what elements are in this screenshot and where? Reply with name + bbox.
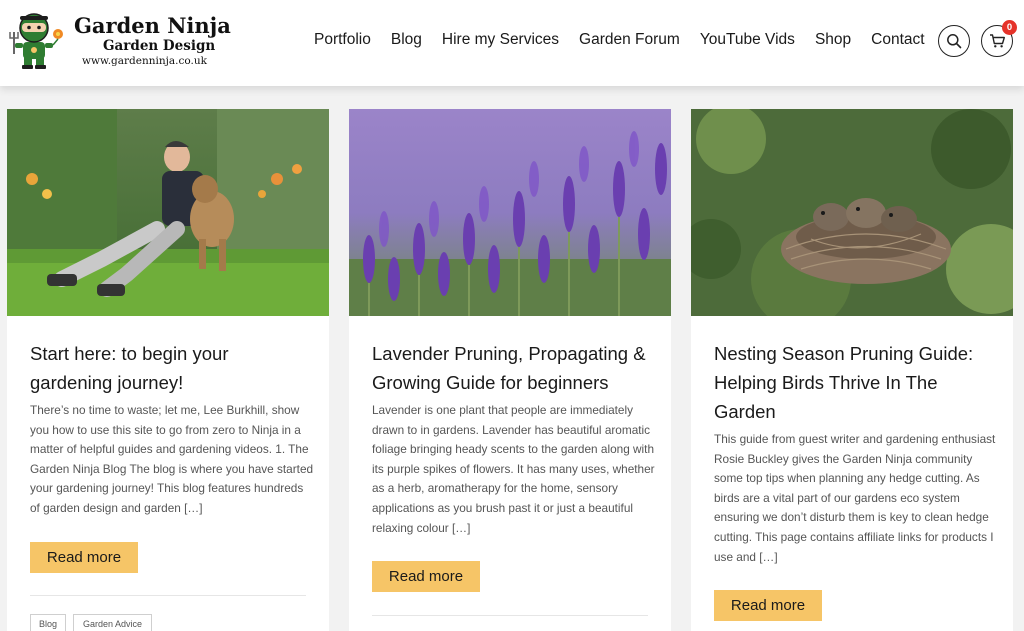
nav-item-hire-my-services[interactable]: Hire my Services — [442, 28, 559, 52]
nav-item-shop[interactable]: Shop — [815, 28, 851, 52]
post-excerpt: There’s no time to waste; let me, Lee Bu… — [30, 403, 314, 515]
post-excerpt: Lavender is one plant that people are im… — [372, 403, 655, 535]
read-more-button[interactable]: Read more — [714, 590, 822, 621]
nav-item-youtube-vids[interactable]: YouTube Vids — [700, 28, 795, 52]
post-title[interactable]: Nesting Season Pruning Guide: Helping Bi… — [714, 339, 999, 426]
main-nav: Portfolio Blog Hire my Services Garden F… — [304, 28, 935, 52]
post-card: Start here: to begin your gardening jour… — [7, 109, 329, 631]
read-more-button[interactable]: Read more — [372, 561, 480, 592]
logo-subtitle: Garden Design — [103, 38, 216, 54]
post-image-lavender[interactable] — [349, 109, 671, 316]
ninja-mascot-icon — [9, 13, 63, 69]
post-title[interactable]: Lavender Pruning, Propagating & Growing … — [372, 339, 657, 397]
search-icon — [947, 34, 962, 49]
nav-item-blog[interactable]: Blog — [391, 28, 422, 52]
post-card: Lavender Pruning, Propagating & Growing … — [349, 109, 671, 631]
logo-title: Garden Ninja — [74, 13, 231, 38]
search-button[interactable] — [938, 25, 970, 57]
post-title[interactable]: Start here: to begin your gardening jour… — [30, 339, 315, 397]
nav-item-contact[interactable]: Contact — [871, 28, 924, 52]
post-image-bird-nest[interactable] — [691, 109, 1013, 316]
post-card: Nesting Season Pruning Guide: Helping Bi… — [691, 109, 1013, 631]
post-excerpt: This guide from guest writer and gardeni… — [714, 432, 996, 564]
tag-garden-advice[interactable]: Garden Advice — [73, 614, 152, 631]
logo-url: www.gardenninja.co.uk — [82, 55, 207, 67]
card-divider — [30, 595, 306, 596]
tag-blog[interactable]: Blog — [30, 614, 66, 631]
cart-icon — [989, 34, 1005, 48]
card-divider — [372, 615, 648, 616]
site-header: Garden Ninja Garden Design www.gardennin… — [0, 0, 1024, 86]
site-logo[interactable]: Garden Ninja Garden Design www.gardennin… — [6, 10, 231, 72]
read-more-button[interactable]: Read more — [30, 542, 138, 573]
cart-count-badge: 0 — [1002, 20, 1017, 35]
post-image-man-with-dog[interactable] — [7, 109, 329, 316]
nav-item-garden-forum[interactable]: Garden Forum — [579, 28, 680, 52]
nav-item-portfolio[interactable]: Portfolio — [314, 28, 371, 52]
